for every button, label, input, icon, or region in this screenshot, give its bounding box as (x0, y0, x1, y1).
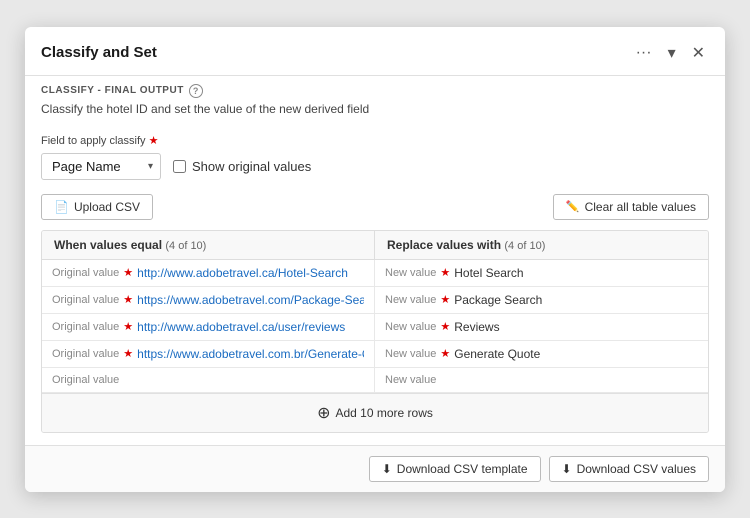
table-cell-right-4: New value ★ (375, 341, 708, 367)
select-wrapper: Page Name ▾ (41, 153, 161, 180)
new-value-input-1[interactable] (454, 266, 698, 280)
modal-body: Field to apply classify ★ Page Name ▾ Sh… (25, 122, 725, 445)
table-cell-right-1: New value ★ (375, 260, 708, 286)
add-rows-button[interactable]: ⊕ Add 10 more rows (42, 393, 708, 432)
modal-description: Classify the hotel ID and set the value … (41, 102, 709, 116)
more-icon: ··· (636, 44, 652, 61)
classify-table: When values equal (4 of 10) Replace valu… (41, 230, 709, 433)
chevron-down-icon: ▾ (668, 45, 676, 62)
download-template-icon: ⬇ (382, 462, 392, 476)
show-original-checkbox[interactable] (173, 160, 186, 173)
table-cell-left-5: Original value (42, 368, 375, 392)
table-row: Original value ★ New value ★ (42, 314, 708, 341)
modal-footer: ⬇ Download CSV template ⬇ Download CSV v… (25, 445, 725, 492)
more-options-button[interactable]: ··· (632, 42, 656, 64)
modal-header: Classify and Set ··· ▾ ✕ (25, 27, 725, 76)
show-original-checkbox-label[interactable]: Show original values (173, 159, 311, 174)
field-select[interactable]: Page Name (41, 153, 161, 180)
clear-all-button[interactable]: ✏️ Clear all table values (553, 194, 709, 220)
new-value-input-4[interactable] (454, 347, 698, 361)
table-cell-right-5: New value (375, 368, 708, 392)
download-template-button[interactable]: ⬇ Download CSV template (369, 456, 541, 482)
field-row: Page Name ▾ Show original values (41, 153, 709, 180)
original-value-input-1[interactable] (137, 266, 364, 280)
download-values-button[interactable]: ⬇ Download CSV values (549, 456, 709, 482)
field-label: Field to apply classify ★ (41, 134, 709, 147)
upload-csv-button[interactable]: 📄 Upload CSV (41, 194, 153, 220)
header-actions: ··· ▾ ✕ (632, 41, 709, 65)
table-cell-right-2: New value ★ (375, 287, 708, 313)
table-cell-left-1: Original value ★ (42, 260, 375, 286)
table-row: Original value ★ New value ★ (42, 287, 708, 314)
modal-title: Classify and Set (41, 44, 157, 61)
download-values-icon: ⬇ (562, 462, 572, 476)
close-button[interactable]: ✕ (688, 41, 709, 65)
required-indicator: ★ (149, 135, 159, 147)
table-cell-left-2: Original value ★ (42, 287, 375, 313)
table-row: Original value ★ New value ★ (42, 341, 708, 368)
add-icon: ⊕ (317, 403, 330, 423)
original-value-input-4[interactable] (137, 347, 364, 361)
collapse-button[interactable]: ▾ (664, 41, 680, 65)
new-value-input-2[interactable] (454, 293, 698, 307)
table-cell-left-4: Original value ★ (42, 341, 375, 367)
modal-subheader: CLASSIFY - FINAL OUTPUT ? Classify the h… (25, 76, 725, 122)
table-row: Original value New value (42, 368, 708, 393)
table-cell-right-3: New value ★ (375, 314, 708, 340)
col1-header: When values equal (4 of 10) (42, 231, 375, 259)
col2-header: Replace values with (4 of 10) (375, 231, 708, 259)
help-icon[interactable]: ? (189, 84, 203, 98)
close-icon: ✕ (692, 45, 705, 62)
table-cell-left-3: Original value ★ (42, 314, 375, 340)
classify-modal: Classify and Set ··· ▾ ✕ CLASSIFY - FINA… (25, 27, 725, 492)
clear-icon: ✏️ (566, 200, 580, 213)
table-row: Original value ★ New value ★ (42, 260, 708, 287)
new-value-input-3[interactable] (454, 320, 698, 334)
original-value-input-2[interactable] (137, 293, 364, 307)
table-header: When values equal (4 of 10) Replace valu… (42, 231, 708, 260)
toolbar-row: 📄 Upload CSV ✏️ Clear all table values (41, 194, 709, 220)
classify-badge: CLASSIFY - FINAL OUTPUT ? (41, 84, 709, 98)
original-value-input-3[interactable] (137, 320, 364, 334)
upload-icon: 📄 (54, 200, 69, 214)
